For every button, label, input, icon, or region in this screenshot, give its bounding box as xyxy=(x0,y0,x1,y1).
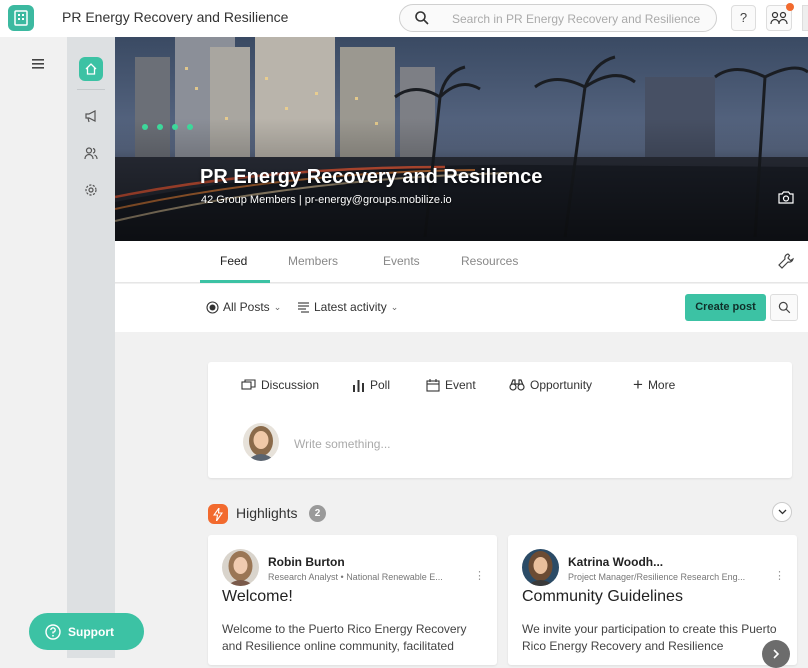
next-highlight-button[interactable] xyxy=(762,640,790,668)
author-role: Research Analyst • National Renewable E.… xyxy=(268,572,443,582)
search-input[interactable] xyxy=(452,10,707,28)
highlight-card[interactable]: Katrina Woodh... Project Manager/Resilie… xyxy=(508,535,797,665)
megaphone-icon[interactable] xyxy=(79,104,103,128)
more-button[interactable]: + More xyxy=(633,375,676,394)
people-icon xyxy=(770,11,788,25)
top-bar: PR Energy Recovery and Resilience ? xyxy=(0,0,808,37)
groups-button[interactable] xyxy=(766,3,794,31)
author-name[interactable]: Katrina Woodh... xyxy=(568,555,663,569)
support-label: Support xyxy=(68,624,114,639)
author-role: Project Manager/Resilience Research Eng.… xyxy=(568,572,746,582)
tab-feed[interactable]: Feed xyxy=(220,254,247,268)
cover-photo xyxy=(115,37,808,241)
event-button[interactable]: Event xyxy=(426,378,476,392)
help-circle-icon xyxy=(45,623,61,640)
all-posts-label: All Posts xyxy=(223,300,270,314)
chevron-down-icon: ⌄ xyxy=(390,301,399,312)
hamburger-menu-icon[interactable] xyxy=(28,54,48,74)
collapse-highlights-button[interactable] xyxy=(772,502,792,522)
event-label: Event xyxy=(445,378,476,392)
tab-events[interactable]: Events xyxy=(383,254,420,268)
lightning-icon xyxy=(208,504,228,524)
current-user-avatar xyxy=(243,423,279,461)
post-composer: Discussion Poll Event Opportunity + More… xyxy=(208,362,792,478)
sort-lines-icon xyxy=(298,302,309,313)
poll-label: Poll xyxy=(370,378,391,392)
active-tab-indicator xyxy=(200,280,270,283)
feed-filter-bar: All Posts ⌄ Latest activity ⌄ Create pos… xyxy=(115,284,808,332)
more-label: More xyxy=(647,378,676,392)
card-body: Welcome to the Puerto Rico Energy Recove… xyxy=(222,622,467,653)
poll-button[interactable]: Poll xyxy=(352,378,390,392)
search-posts-button[interactable] xyxy=(770,294,798,321)
search-bar[interactable] xyxy=(399,4,717,32)
group-cover-banner: PR Energy Recovery and Resilience 42 Gro… xyxy=(115,37,808,241)
poll-icon xyxy=(353,379,364,392)
group-nav-rail xyxy=(67,37,115,658)
group-title: PR Energy Recovery and Resilience xyxy=(200,166,543,188)
settings-gear-icon[interactable] xyxy=(79,178,103,202)
all-posts-filter[interactable]: All Posts ⌄ xyxy=(206,300,281,314)
sort-label: Latest activity xyxy=(314,300,387,314)
plus-icon: + xyxy=(633,375,643,394)
more-options-icon[interactable]: ⋮ xyxy=(474,569,485,582)
discussion-button[interactable]: Discussion xyxy=(241,378,319,392)
app-title: PR Energy Recovery and Resilience xyxy=(62,9,289,25)
author-avatar xyxy=(522,549,559,586)
author-avatar xyxy=(222,549,259,586)
group-tab-bar: Feed Members Events Resources xyxy=(115,241,808,283)
create-post-button[interactable]: Create post xyxy=(685,294,766,321)
app-logo-icon[interactable] xyxy=(8,5,34,31)
card-title: Community Guidelines xyxy=(522,588,683,605)
discussion-label: Discussion xyxy=(261,378,320,392)
highlight-card[interactable]: Robin Burton Research Analyst • National… xyxy=(208,535,497,665)
chevron-down-icon: ⌄ xyxy=(273,301,282,312)
card-title: Welcome! xyxy=(222,588,293,605)
profile-button[interactable] xyxy=(802,5,808,31)
sort-filter[interactable]: Latest activity ⌄ xyxy=(297,300,398,314)
card-body: We invite your participation to create t… xyxy=(522,622,777,653)
write-something-input[interactable]: Write something... xyxy=(294,437,390,451)
calendar-icon xyxy=(426,378,440,392)
rail-divider xyxy=(77,89,105,90)
camera-icon[interactable] xyxy=(773,187,799,207)
tab-resources[interactable]: Resources xyxy=(461,254,518,268)
discussion-icon xyxy=(241,378,256,390)
search-icon xyxy=(415,11,429,25)
opportunity-button[interactable]: Opportunity xyxy=(509,378,592,392)
wrench-icon[interactable] xyxy=(777,252,795,270)
help-button[interactable]: ? xyxy=(731,5,756,31)
members-icon[interactable] xyxy=(79,141,103,165)
tab-members[interactable]: Members xyxy=(288,254,338,268)
radio-target-icon xyxy=(206,300,219,314)
author-name[interactable]: Robin Burton xyxy=(268,555,345,569)
group-subtitle: 42 Group Members | pr-energy@groups.mobi… xyxy=(201,194,452,206)
binoculars-icon xyxy=(509,379,525,391)
home-icon[interactable] xyxy=(79,57,103,81)
highlights-title: Highlights xyxy=(236,505,298,521)
more-options-icon[interactable]: ⋮ xyxy=(774,569,785,582)
highlights-count-badge: 2 xyxy=(309,505,326,522)
search-icon xyxy=(778,301,790,314)
chevron-down-icon xyxy=(778,509,786,515)
opportunity-label: Opportunity xyxy=(530,378,593,392)
notification-dot xyxy=(786,3,794,11)
support-button[interactable]: Support xyxy=(29,613,144,650)
